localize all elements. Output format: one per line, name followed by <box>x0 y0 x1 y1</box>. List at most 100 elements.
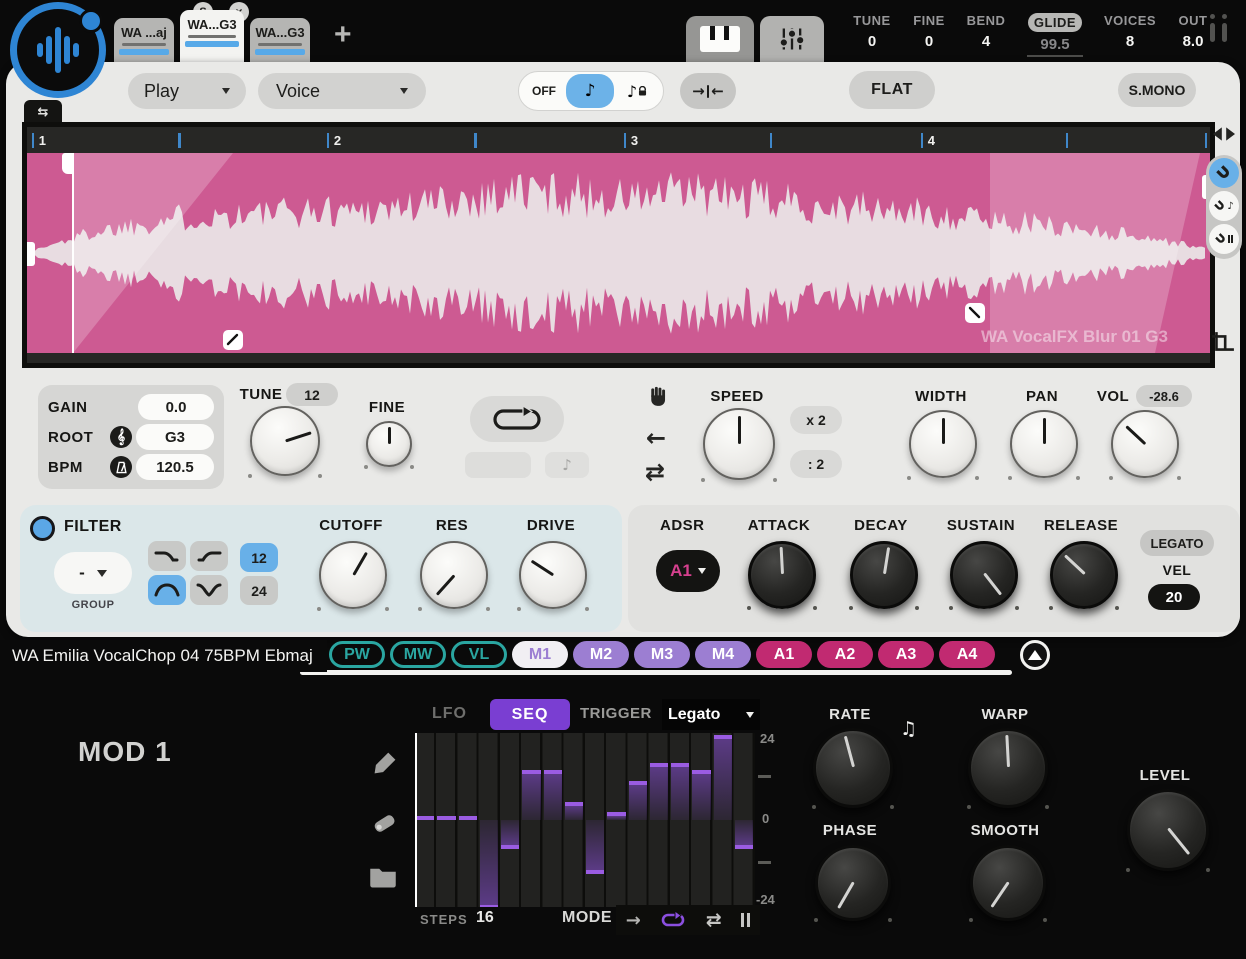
mod-source-badge-a4[interactable]: A4 <box>939 641 995 668</box>
snap-note-button[interactable]: ♪ <box>1209 191 1239 221</box>
global-param-fine[interactable]: FINE0 <box>904 13 954 50</box>
speed-double-button[interactable]: x 2 <box>790 406 842 434</box>
filter-slope-12-button[interactable]: 12 <box>240 543 278 572</box>
waveform-ruler[interactable]: 1234 <box>27 127 1210 153</box>
sustain-knob[interactable] <box>950 541 1018 609</box>
param-value[interactable]: 8 <box>1098 33 1162 50</box>
eraser-tool-icon[interactable] <box>372 810 398 834</box>
global-param-voices[interactable]: VOICES8 <box>1098 13 1162 50</box>
seq-step-14[interactable] <box>692 770 710 820</box>
global-param-glide[interactable]: GLIDE99.5 <box>1018 13 1092 57</box>
seq-step-12[interactable] <box>650 763 668 820</box>
sync-note-button[interactable]: ♪ <box>566 74 614 108</box>
sample-tab-1[interactable]: WA ...aj <box>114 18 174 62</box>
mod-source-badge-m1[interactable]: M1 <box>512 641 568 668</box>
fade-handle-right[interactable] <box>965 303 985 323</box>
steps-value[interactable]: 16 <box>476 909 494 927</box>
metronome-icon[interactable] <box>110 456 132 478</box>
seq-step-16[interactable] <box>735 820 753 849</box>
filter-bandpass-button[interactable] <box>148 575 186 605</box>
root-note-value[interactable]: G3 <box>136 424 214 450</box>
sync-note-lock-button[interactable]: ♪ <box>614 75 660 107</box>
param-value[interactable]: 4 <box>960 33 1012 50</box>
decay-knob[interactable] <box>850 541 918 609</box>
snap-free-button[interactable] <box>1209 158 1239 188</box>
seq-step-1[interactable] <box>416 816 434 820</box>
step-sequencer-graph[interactable] <box>415 733 755 907</box>
res-knob[interactable] <box>420 541 488 609</box>
trigger-dropdown[interactable]: Legato <box>662 699 760 730</box>
attack-knob[interactable] <box>748 541 816 609</box>
expand-horizontal-icon[interactable] <box>1213 127 1235 141</box>
pan-knob[interactable] <box>1010 410 1078 478</box>
tab-lfo[interactable]: LFO <box>432 705 467 723</box>
seq-step-11[interactable] <box>629 781 647 820</box>
seq-step-5[interactable] <box>501 820 519 849</box>
warp-knob[interactable] <box>968 728 1048 808</box>
snap-to-center-button[interactable]: → ← <box>680 73 736 109</box>
reverse-play-icon[interactable]: ← <box>646 424 666 452</box>
mode-loop-icon[interactable] <box>660 911 686 929</box>
tune-value[interactable]: 12 <box>286 383 338 406</box>
tune-knob[interactable] <box>250 406 320 476</box>
smooth-knob[interactable] <box>970 845 1046 921</box>
rate-knob[interactable] <box>813 728 893 808</box>
voice-mode-dropdown[interactable]: Voice <box>258 73 426 109</box>
mod-source-badge-m3[interactable]: M3 <box>634 641 690 668</box>
crop-icon[interactable] <box>1211 331 1235 355</box>
seq-step-15[interactable] <box>714 735 732 820</box>
seq-step-9[interactable] <box>586 820 604 874</box>
filter-highpass-button[interactable] <box>190 541 228 571</box>
pencil-tool-icon[interactable] <box>372 750 398 776</box>
filter-enable-toggle[interactable] <box>30 516 55 541</box>
preset-name[interactable]: WA Emilia VocalChop 04 75BPM Ebmaj <box>0 640 327 672</box>
tab-keyboard-view[interactable] <box>686 16 754 62</box>
speed-knob[interactable] <box>703 408 775 480</box>
rate-sync-note-icon[interactable]: ♫ <box>900 718 917 740</box>
mod-source-badge-pw[interactable]: PW <box>329 641 385 668</box>
seq-step-6[interactable] <box>522 770 540 820</box>
flat-button[interactable]: FLAT <box>849 71 935 109</box>
phase-knob[interactable] <box>815 845 891 921</box>
filter-lowpass-button[interactable] <box>148 541 186 571</box>
vol-knob[interactable] <box>1111 410 1179 478</box>
speed-half-button[interactable]: : 2 <box>790 450 842 478</box>
seq-step-4[interactable] <box>480 820 498 907</box>
seq-step-7[interactable] <box>544 770 562 820</box>
playhead-flag-handle[interactable] <box>62 153 73 174</box>
seq-step-2[interactable] <box>437 816 455 820</box>
standby-icon[interactable] <box>1210 14 1227 42</box>
folder-presets-icon[interactable] <box>368 864 398 890</box>
level-knob[interactable] <box>1127 789 1209 871</box>
legato-button[interactable]: LEGATO <box>1140 530 1214 556</box>
waveform-area[interactable]: WA VocalFX Blur 01 G3 <box>27 153 1210 353</box>
loop-sync-note-button[interactable]: ♪ <box>545 452 589 478</box>
playhead-line[interactable] <box>72 153 74 353</box>
mode-oneshot-icon[interactable]: → <box>626 910 641 931</box>
filter-group-dropdown[interactable]: - <box>54 552 132 594</box>
loop-toggle-button[interactable] <box>470 396 564 442</box>
hand-grab-icon[interactable] <box>648 386 669 407</box>
filter-slope-24-button[interactable]: 24 <box>240 576 278 605</box>
global-param-tune[interactable]: TUNE0 <box>846 13 898 50</box>
sample-tab-3[interactable]: WA...G3 <box>250 18 310 62</box>
add-tab-button[interactable]: + <box>334 18 352 52</box>
left-edge-handle[interactable] <box>27 242 35 266</box>
mod-source-badge-a2[interactable]: A2 <box>817 641 873 668</box>
vel-value[interactable]: 20 <box>1148 584 1200 610</box>
global-param-bend[interactable]: BEND4 <box>960 13 1012 50</box>
drive-knob[interactable] <box>519 541 587 609</box>
fade-handle-left[interactable] <box>223 330 243 350</box>
width-knob[interactable] <box>909 410 977 478</box>
ping-pong-play-icon[interactable]: ⇄ <box>645 458 665 486</box>
mod-source-badge-vl[interactable]: VL <box>451 641 507 668</box>
tab-seq[interactable]: SEQ <box>490 699 570 730</box>
gain-value[interactable]: 0.0 <box>138 394 214 420</box>
vol-value[interactable]: -28.6 <box>1136 385 1192 407</box>
param-value[interactable]: 99.5 <box>1027 36 1083 57</box>
adsr-slot-dropdown[interactable]: A1 <box>656 550 720 592</box>
bpm-value[interactable]: 120.5 <box>136 454 214 480</box>
reverse-flip-tab[interactable]: ⇆ <box>24 100 62 124</box>
snap-grid-button[interactable] <box>1209 224 1239 254</box>
play-mode-dropdown[interactable]: Play <box>128 73 246 109</box>
